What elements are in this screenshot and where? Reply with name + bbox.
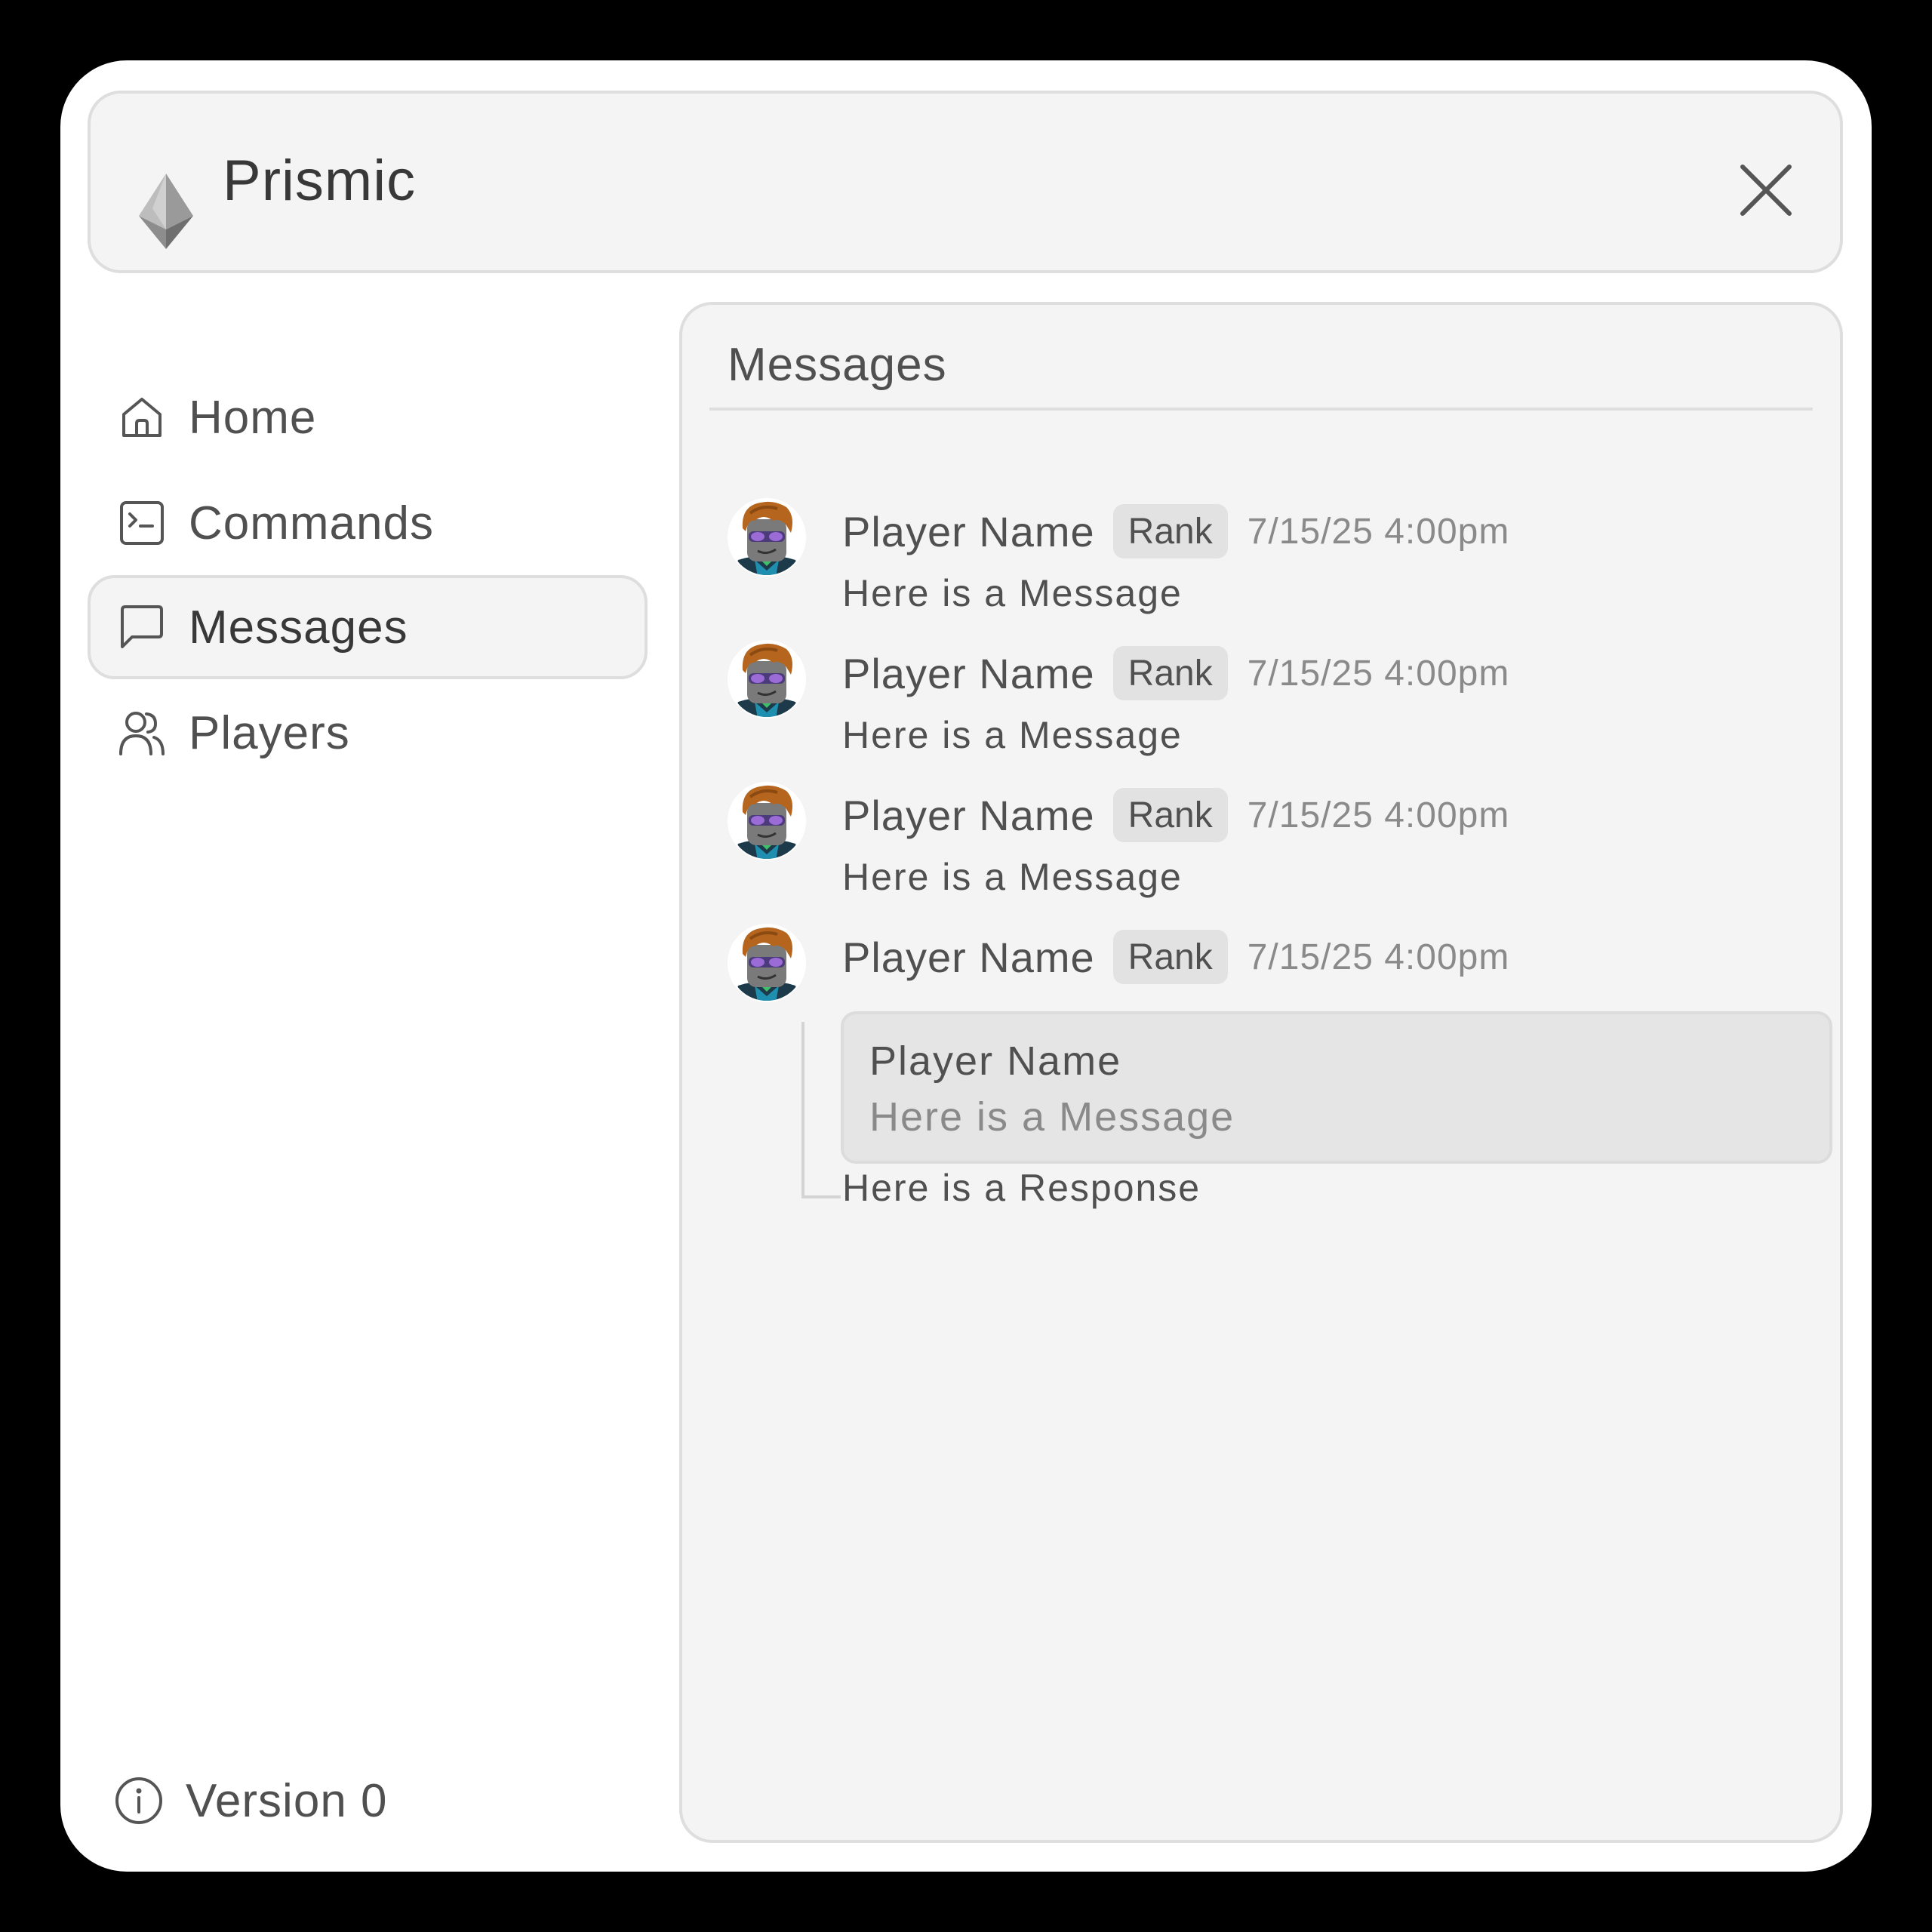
player-name[interactable]: Player Name: [842, 649, 1095, 698]
quoted-message-text: Here is a Message: [869, 1094, 1235, 1140]
users-icon: [118, 709, 166, 757]
sidebar-item-label: Home: [189, 391, 317, 444]
prism-logo-icon: [139, 174, 193, 249]
info-icon: [115, 1777, 163, 1825]
version-label: Version 0: [186, 1774, 388, 1827]
message-text: Here is a Message: [842, 714, 1183, 756]
timestamp: 7/15/25 4:00pm: [1247, 937, 1510, 977]
response-text: Here is a Response: [842, 1167, 1201, 1209]
player-name[interactable]: Player Name: [842, 791, 1095, 840]
panel-title: Messages: [728, 339, 947, 391]
sidebar-item-label: Players: [189, 706, 350, 759]
message-header: Player Name Rank 7/15/25 4:00pm: [842, 503, 1509, 560]
message-text: Here is a Message: [842, 572, 1183, 614]
close-icon: [1740, 165, 1792, 216]
chat-bubble-icon: [118, 603, 166, 651]
rank-badge: Rank: [1112, 788, 1228, 842]
app-title: Prismic: [223, 149, 417, 213]
sidebar-item-home[interactable]: Home: [88, 365, 648, 469]
player-name[interactable]: Player Name: [842, 933, 1095, 982]
sidebar-item-label: Messages: [189, 601, 408, 654]
message-text: Here is a Message: [842, 856, 1183, 898]
timestamp: 7/15/25 4:00pm: [1247, 795, 1510, 835]
message-header: Player Name Rank 7/15/25 4:00pm: [842, 928, 1509, 986]
avatar: [728, 498, 806, 577]
terminal-icon: [118, 499, 166, 547]
message-header: Player Name Rank 7/15/25 4:00pm: [842, 786, 1509, 844]
player-name[interactable]: Player Name: [842, 507, 1095, 556]
timestamp: 7/15/25 4:00pm: [1247, 511, 1510, 552]
quoted-player-name: Player Name: [869, 1038, 1122, 1084]
sidebar-item-commands[interactable]: Commands: [88, 471, 648, 575]
version-info: Version 0: [115, 1770, 388, 1831]
avatar: [728, 640, 806, 718]
avatar: [728, 782, 806, 860]
message-header: Player Name Rank 7/15/25 4:00pm: [842, 645, 1509, 702]
sidebar-item-label: Commands: [189, 497, 434, 549]
panel-divider: [709, 408, 1813, 411]
messages-panel: Messages Player Name Rank 7/15/25 4:00pm…: [679, 302, 1843, 1843]
rank-badge: Rank: [1112, 504, 1228, 558]
rank-badge: Rank: [1112, 930, 1228, 984]
reply-connector: [801, 1022, 841, 1198]
avatar: [728, 924, 806, 1002]
sidebar-item-players[interactable]: Players: [88, 681, 648, 785]
sidebar-item-messages[interactable]: Messages: [88, 575, 648, 679]
timestamp: 7/15/25 4:00pm: [1247, 653, 1510, 694]
app-window: Prismic Home Commands Messages Players V…: [60, 60, 1872, 1872]
close-button[interactable]: [1728, 152, 1804, 228]
home-icon: [118, 393, 166, 441]
rank-badge: Rank: [1112, 646, 1228, 700]
quoted-message[interactable]: Player Name Here is a Message: [841, 1011, 1832, 1164]
